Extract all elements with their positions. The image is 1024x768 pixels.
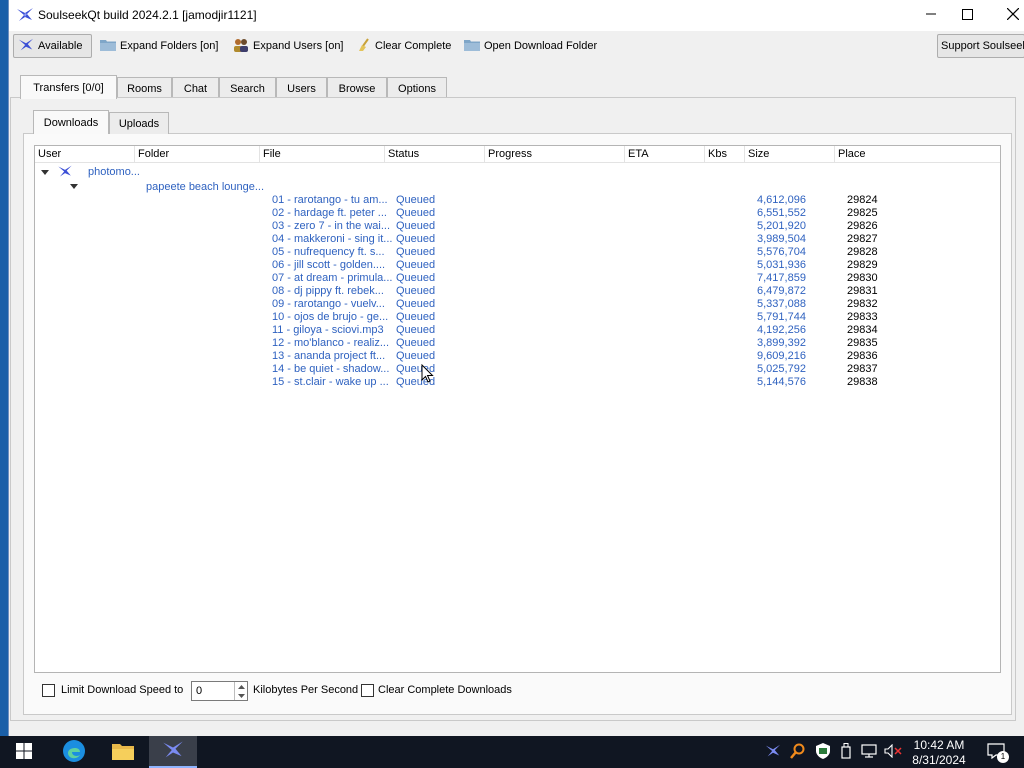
open-download-folder-button[interactable]: Open Download Folder <box>460 34 601 58</box>
column-header-eta[interactable]: ETA <box>625 146 705 163</box>
speed-limit-input[interactable] <box>196 684 232 698</box>
bottom-controls: Limit Download Speed to Kilobytes Per Se… <box>34 680 1004 702</box>
usb-icon <box>841 742 851 762</box>
expand-users-button[interactable]: Expand Users [on] <box>229 34 348 58</box>
tray-usb[interactable] <box>836 736 856 768</box>
network-icon <box>861 743 877 761</box>
clock-date[interactable]: 8/31/2024 <box>906 753 972 768</box>
volume-muted-icon <box>884 743 902 761</box>
soulseek-bird-icon <box>162 739 184 764</box>
taskbar-edge[interactable] <box>50 736 98 768</box>
collapse-user-arrow[interactable] <box>41 170 49 175</box>
minimize-icon <box>926 9 936 22</box>
available-button[interactable]: Available <box>13 34 92 58</box>
edge-icon <box>62 739 86 766</box>
column-header-file[interactable]: File <box>260 146 385 163</box>
notification-count-badge: 1 <box>997 750 1009 763</box>
column-header-progress[interactable]: Progress <box>485 146 625 163</box>
clear-complete-button[interactable]: Clear Complete <box>353 34 455 58</box>
taskbar: 10:42 AM 8/31/2024 1 <box>0 736 1024 768</box>
support-soulseek-button[interactable]: Support Soulseek <box>937 34 1024 58</box>
column-header-user[interactable]: User <box>35 146 135 163</box>
list-header: User Folder File Status Progress ETA Kbs… <box>35 146 1000 163</box>
limit-speed-checkbox[interactable] <box>42 684 55 697</box>
mouse-cursor-icon <box>421 363 434 386</box>
broom-icon <box>357 37 371 55</box>
soulseek-bird-icon <box>16 6 34 27</box>
tray-soulseek[interactable] <box>762 736 784 768</box>
tray-network[interactable] <box>858 736 880 768</box>
taskbar-file-explorer[interactable] <box>99 736 147 768</box>
soulseek-bird-icon <box>57 164 73 182</box>
title-bar[interactable]: SoulseekQt build 2024.2.1 [jamodjir1121] <box>9 0 1024 31</box>
window-title: SoulseekQt build 2024.2.1 [jamodjir1121] <box>38 8 257 22</box>
file-explorer-icon <box>112 742 134 763</box>
column-header-folder[interactable]: Folder <box>135 146 260 163</box>
notifications-button[interactable]: 1 <box>976 736 1016 768</box>
soulseek-bird-icon <box>18 37 34 56</box>
users-icon <box>233 38 249 55</box>
folder-name[interactable]: papeete beach lounge... <box>146 181 264 194</box>
kbps-label: Kilobytes Per Second <box>253 684 359 696</box>
tab-users[interactable]: Users <box>276 77 327 99</box>
spin-up-button[interactable] <box>234 682 247 691</box>
speed-limit-spinbox[interactable] <box>191 681 248 701</box>
search-tray-icon <box>790 743 806 762</box>
clear-complete-downloads-checkbox[interactable] <box>361 684 374 697</box>
tray-search[interactable] <box>787 736 809 768</box>
tab-search[interactable]: Search <box>219 77 276 99</box>
soulseek-bird-icon <box>765 743 781 762</box>
tab-rooms[interactable]: Rooms <box>117 77 172 99</box>
spin-down-button[interactable] <box>234 691 247 700</box>
notifications-icon: 1 <box>987 742 1009 763</box>
windows-start-icon <box>16 742 32 762</box>
clear-complete-downloads-label: Clear Complete Downloads <box>378 684 512 696</box>
shield-icon <box>816 742 830 762</box>
tab-uploads[interactable]: Uploads <box>109 112 169 134</box>
expand-folders-button[interactable]: Expand Folders [on] <box>96 34 222 58</box>
collapse-folder-arrow[interactable] <box>70 184 78 189</box>
folder-icon <box>100 38 116 54</box>
tray-security[interactable] <box>812 736 834 768</box>
maximize-icon <box>961 8 973 23</box>
tray-volume[interactable] <box>882 736 904 768</box>
column-header-status[interactable]: Status <box>385 146 485 163</box>
toolbar: Available Expand Folders [on] Expand Use… <box>9 34 1024 60</box>
tab-chat[interactable]: Chat <box>172 77 219 99</box>
clock-time[interactable]: 10:42 AM <box>906 738 972 753</box>
tab-transfers[interactable]: Transfers [0/0] <box>20 75 117 99</box>
column-header-place[interactable]: Place <box>835 146 1000 163</box>
start-button[interactable] <box>0 736 48 768</box>
tab-options[interactable]: Options <box>387 77 447 99</box>
column-header-size[interactable]: Size <box>745 146 835 163</box>
tab-browse[interactable]: Browse <box>327 77 387 99</box>
column-header-kbs[interactable]: Kbs <box>705 146 745 163</box>
download-list[interactable]: User Folder File Status Progress ETA Kbs… <box>34 145 1001 673</box>
maximize-button[interactable] <box>944 0 990 31</box>
folder-open-icon <box>464 38 480 54</box>
tab-downloads[interactable]: Downloads <box>33 110 109 134</box>
close-icon <box>1006 7 1020 23</box>
limit-speed-label: Limit Download Speed to <box>61 684 184 696</box>
taskbar-soulseek[interactable] <box>149 736 197 768</box>
close-button[interactable] <box>990 0 1024 31</box>
user-name[interactable]: photomo... <box>88 166 140 179</box>
